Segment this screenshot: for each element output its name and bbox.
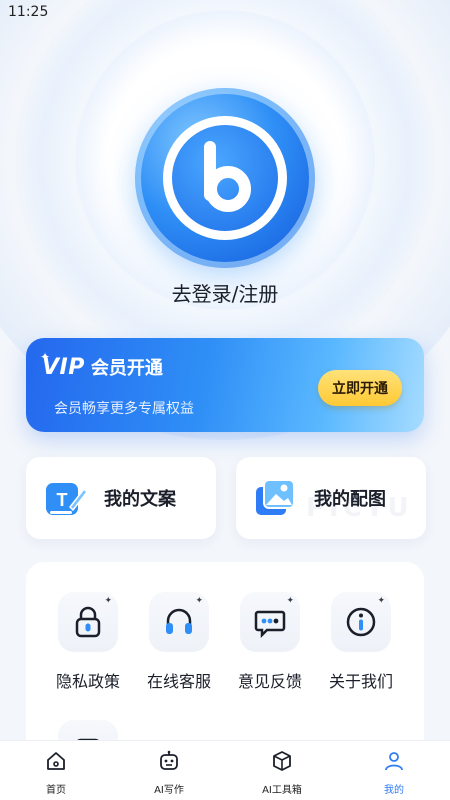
vip-open-button[interactable]: 立即开通 (318, 370, 402, 406)
logo-inner-ring (163, 116, 287, 240)
status-time: 11:25 (8, 4, 49, 20)
service-feedback[interactable]: ✦ 意见反馈 (230, 592, 310, 692)
service-label: 在线客服 (146, 672, 211, 691)
my-images-label: 我的配图 (314, 489, 386, 510)
lock-icon-tile: ✦ (58, 592, 118, 652)
tab-mine[interactable]: 我的 (354, 749, 434, 796)
tab-ai-toolbox[interactable]: AI工具箱 (242, 749, 322, 796)
headset-icon (166, 608, 192, 634)
service-label: 关于我们 (328, 672, 393, 691)
vip-title-text: 会员开通 (90, 358, 163, 379)
tab-ai-writing[interactable]: AI写作 (129, 749, 209, 796)
sparkle-icon: ✦ (377, 596, 385, 606)
my-copywriting-label: 我的文案 (104, 489, 176, 510)
bottom-tab-bar: 首页 AI写作 AI工具箱 我的 (0, 740, 450, 800)
sparkle-icon: ✦ (195, 596, 203, 606)
my-copywriting-card[interactable]: T 我的文案 (26, 457, 216, 539)
service-online-support[interactable]: ✦ 在线客服 (139, 592, 219, 692)
vip-subtitle: 会员畅享更多专属权益 (54, 401, 194, 417)
robot-icon (160, 750, 178, 770)
vip-badge: VIP (42, 354, 85, 380)
info-icon (346, 607, 376, 637)
service-privacy-policy[interactable]: ✦ 隐私政策 (48, 592, 128, 692)
status-bar: 11:25 (0, 0, 450, 28)
vip-title: VIP 会员开通 (42, 354, 163, 380)
box-icon (273, 751, 291, 771)
image-gallery-icon (256, 479, 295, 515)
tab-label: AI工具箱 (262, 785, 302, 796)
service-label: 意见反馈 (237, 672, 302, 691)
sparkle-icon: ✦ (104, 596, 112, 606)
logo-b-icon (204, 141, 251, 212)
home-icon (47, 752, 65, 770)
lock-icon (75, 606, 101, 638)
service-label: 隐私政策 (55, 672, 120, 691)
chat-feedback-icon-tile: ✦ (240, 592, 300, 652)
tab-home[interactable]: 首页 (16, 749, 96, 796)
info-icon-tile: ✦ (331, 592, 391, 652)
login-register-link[interactable]: 去登录/注册 (0, 278, 450, 307)
chat-feedback-icon (254, 610, 286, 639)
edit-document-icon: T (46, 483, 88, 515)
svg-text:T: T (57, 490, 68, 510)
tab-label: 首页 (46, 785, 66, 796)
vip-banner[interactable]: ✦ VIP 会员开通 会员畅享更多专属权益 立即开通 (26, 338, 424, 432)
service-about-us[interactable]: ✦ 关于我们 (321, 592, 401, 692)
app-logo-avatar[interactable] (135, 88, 315, 268)
sparkle-icon: ✦ (286, 596, 294, 606)
headset-icon-tile: ✦ (149, 592, 209, 652)
user-icon (385, 752, 403, 771)
tab-label: 我的 (384, 785, 404, 796)
tab-label: AI写作 (154, 785, 184, 796)
my-images-card[interactable]: PICTU 我的配图 (236, 457, 426, 539)
